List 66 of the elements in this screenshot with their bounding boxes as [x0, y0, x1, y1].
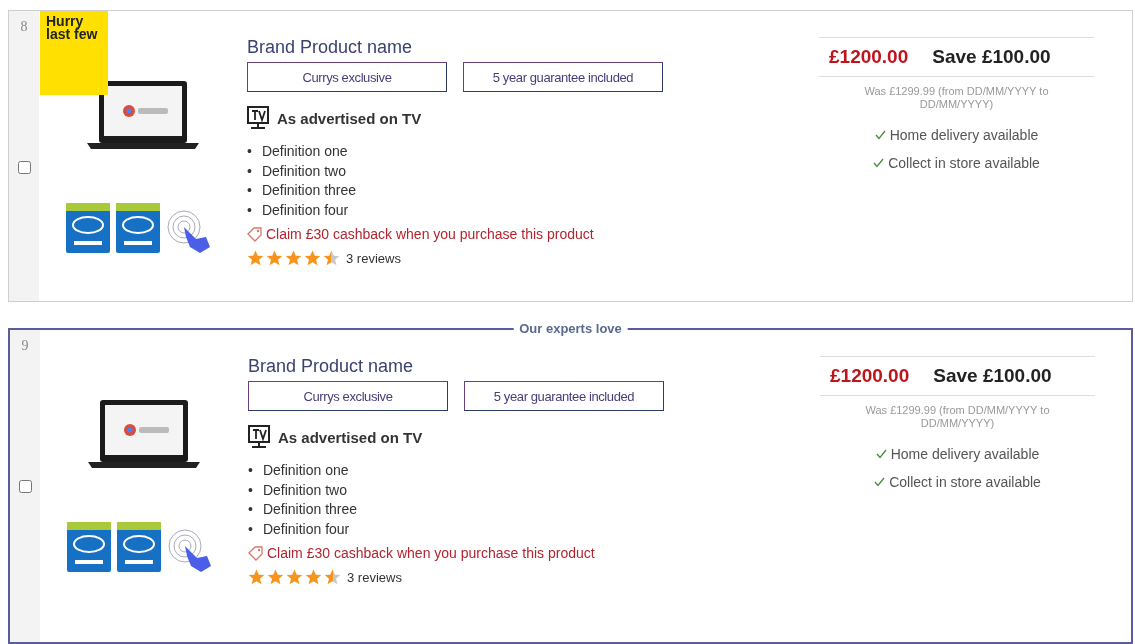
compare-checkbox[interactable] [19, 480, 32, 493]
feature-item: Definition two [261, 161, 346, 181]
processor-badge-icon [67, 522, 111, 572]
promo-text: As advertised on TV [277, 109, 422, 127]
bullet: • [248, 519, 253, 539]
compare-checkbox[interactable] [18, 161, 31, 174]
stock-flag: Hurry last few [40, 11, 108, 95]
star-icon [248, 569, 265, 585]
bullet: • [247, 200, 252, 220]
star-icon [323, 250, 340, 266]
review-count[interactable]: 3 reviews [346, 250, 401, 266]
previous-price: Was £1299.99 (from DD/MM/YYYY to DD/MM/YYYY) [863, 85, 1050, 111]
feature-tag: Currys exclusive [247, 62, 447, 92]
availability-text: Home delivery available [890, 446, 1040, 462]
product-name[interactable]: Brand Product name [248, 356, 808, 377]
tv-icon [247, 106, 269, 130]
highlight-label: Our experts love [513, 321, 628, 336]
feature-item: Definition four [262, 519, 350, 539]
availability-text: Collect in store available [888, 155, 1040, 171]
previous-price: Was £1299.99 (from DD/MM/YYYY to DD/MM/YYYY) [864, 404, 1051, 430]
check-icon [874, 130, 886, 140]
star-icon [304, 250, 321, 266]
product-name[interactable]: Brand Product name [247, 37, 807, 58]
bullet: • [247, 142, 252, 161]
bullet: • [248, 500, 253, 519]
bullet: • [248, 461, 253, 480]
tv-icon [248, 425, 270, 449]
tag-icon [248, 545, 263, 561]
processor-badge-icon [116, 203, 160, 253]
product-number: 8 [20, 19, 28, 35]
star-icon [324, 569, 341, 585]
processor-badge-icon [66, 203, 110, 253]
star-icon [267, 569, 284, 585]
tag-icon [247, 226, 262, 242]
feature-item: Definition one [261, 142, 348, 161]
feature-tag: Currys exclusive [248, 381, 448, 411]
star-icon [247, 250, 264, 266]
review-count[interactable]: 3 reviews [347, 569, 402, 585]
availability-text: Collect in store available [889, 474, 1041, 490]
cashback-offer[interactable]: Claim £30 cashback when you purchase this product [266, 226, 594, 242]
feature-tag: 5 year guarantee included [464, 381, 664, 411]
star-icon [305, 569, 322, 585]
bullet: • [247, 161, 252, 181]
feature-item: Definition four [261, 200, 349, 220]
star-icon [266, 250, 283, 266]
star-icon [285, 250, 302, 266]
promo-text: As advertised on TV [278, 428, 423, 446]
feature-item: Definition three [261, 181, 357, 200]
feature-item: Definition one [262, 461, 349, 480]
product-number: 9 [21, 338, 29, 354]
feature-item: Definition three [262, 500, 358, 519]
processor-badge-icon [117, 522, 161, 572]
saving: Save £100.00 [932, 46, 1051, 68]
check-icon [875, 449, 887, 459]
bullet: • [247, 181, 252, 200]
star-icon [286, 569, 303, 585]
price: £1200.00 [829, 46, 909, 68]
availability-text: Home delivery available [889, 127, 1039, 143]
saving: Save £100.00 [933, 365, 1052, 387]
check-icon [874, 477, 886, 487]
feature-tag: 5 year guarantee included [463, 62, 663, 92]
check-icon [873, 158, 885, 168]
cashback-offer[interactable]: Claim £30 cashback when you purchase this product [267, 545, 595, 561]
feature-item: Definition two [262, 480, 347, 500]
price: £1200.00 [830, 365, 910, 387]
bullet: • [248, 480, 253, 500]
